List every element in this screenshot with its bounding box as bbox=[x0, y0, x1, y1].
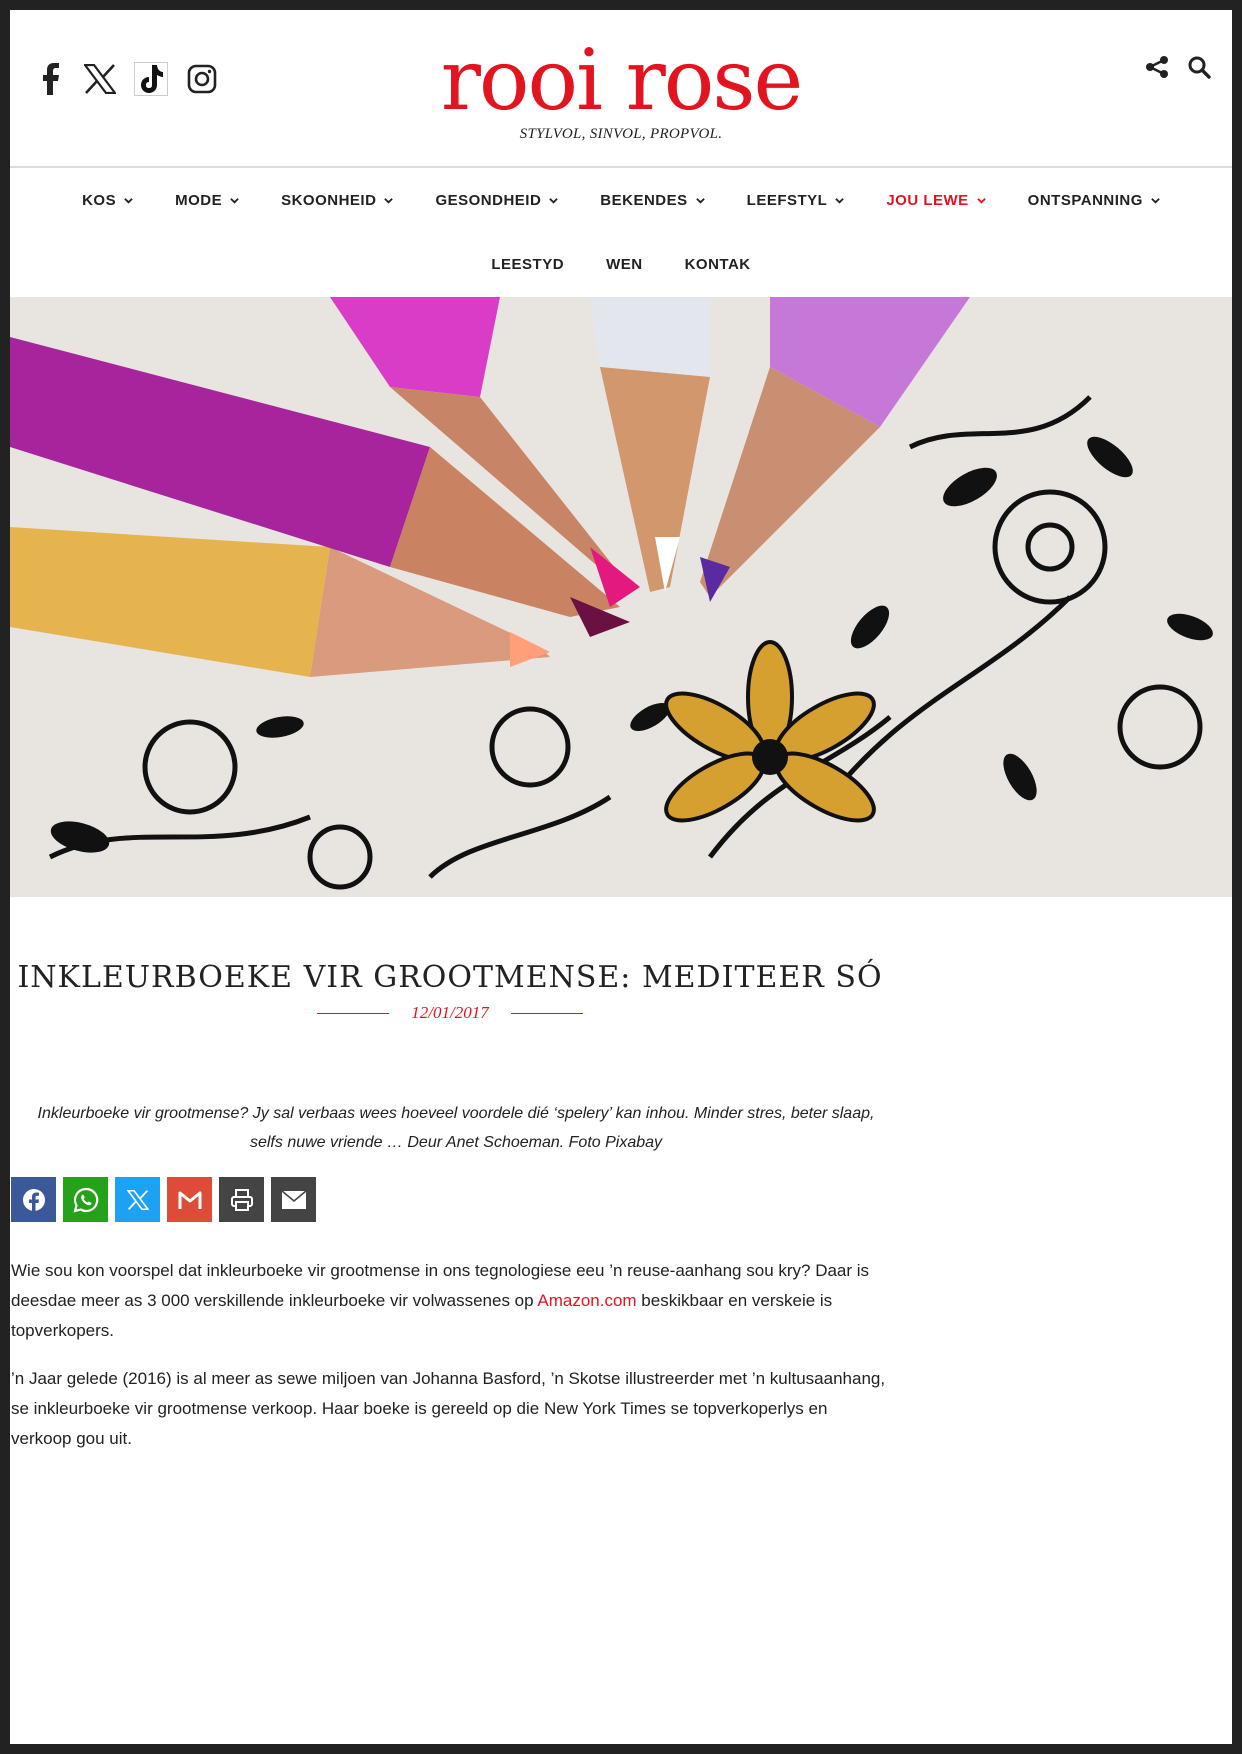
nav-item-kos[interactable]: KOS bbox=[61, 192, 154, 209]
nav-label: BEKENDES bbox=[600, 191, 688, 209]
nav-label: KOS bbox=[82, 191, 117, 209]
nav-label: JOU LEWE bbox=[886, 191, 969, 209]
nav-label: ONTSPANNING bbox=[1027, 191, 1143, 209]
search-icon[interactable] bbox=[1186, 54, 1212, 80]
date-rule-right bbox=[510, 1012, 583, 1014]
facebook-icon bbox=[22, 1188, 45, 1212]
nav-row-primary: KOS MODE SKOONHEID GESONDHEID BEKENDES L… bbox=[10, 168, 1232, 232]
chevron-down-icon bbox=[124, 197, 133, 204]
tagline: STYLVOL, SINVOL, PROPVOL. bbox=[519, 126, 723, 142]
article-date: 12/01/2017 bbox=[411, 1003, 489, 1022]
nav-item-jou-lewe[interactable]: JOU LEWE bbox=[865, 192, 1006, 209]
article-body: Wie sou kon voorspel dat inkleurboeke vi… bbox=[11, 1256, 891, 1472]
nav-label: GESONDHEID bbox=[435, 191, 542, 209]
gmail-icon bbox=[178, 1191, 201, 1209]
nav-label: SKOONHEID bbox=[281, 191, 377, 209]
nav-item-kontak[interactable]: KONTAK bbox=[664, 256, 772, 273]
site-header: rooi rose STYLVOL, SINVOL, PROPVOL. bbox=[10, 10, 1232, 168]
paragraph: Wie sou kon voorspel dat inkleurboeke vi… bbox=[11, 1256, 891, 1346]
chevron-down-icon bbox=[384, 197, 394, 204]
nav-item-leestyd[interactable]: LEESTYD bbox=[470, 256, 585, 273]
share-gmail-button[interactable] bbox=[167, 1177, 212, 1222]
whatsapp-icon bbox=[72, 1187, 98, 1213]
chevron-down-icon bbox=[695, 197, 705, 204]
header-tools bbox=[1144, 54, 1212, 80]
nav-label: LEESTYD bbox=[491, 255, 565, 273]
article-title: INKLEURBOEKE VIR GROOTMENSE: MEDITEER SÓ bbox=[17, 960, 883, 995]
share-icon[interactable] bbox=[1144, 54, 1170, 80]
x-icon bbox=[126, 1189, 149, 1210]
article-intro: Inkleurboeke vir grootmense? Jy sal verb… bbox=[18, 1099, 894, 1157]
share-bar bbox=[11, 1177, 316, 1222]
share-facebook-button[interactable] bbox=[11, 1177, 56, 1222]
nav-item-gesondheid[interactable]: GESONDHEID bbox=[414, 192, 579, 209]
nav-item-ontspanning[interactable]: ONTSPANNING bbox=[1007, 192, 1181, 209]
nav-label: WEN bbox=[606, 255, 643, 273]
article-dateline: 12/01/2017 bbox=[10, 1003, 890, 1023]
nav-item-skoonheid[interactable]: SKOONHEID bbox=[260, 192, 414, 209]
coloring-pencils-illustration bbox=[10, 297, 1232, 897]
chevron-down-icon bbox=[230, 197, 239, 204]
main-nav: KOS MODE SKOONHEID GESONDHEID BEKENDES L… bbox=[10, 168, 1232, 306]
page-frame: rooi rose STYLVOL, SINVOL, PROPVOL. KOS … bbox=[10, 10, 1232, 1744]
amazon-link[interactable]: Amazon.com bbox=[537, 1291, 636, 1310]
print-icon bbox=[230, 1188, 253, 1211]
share-whatsapp-button[interactable] bbox=[63, 1177, 108, 1222]
nav-label: MODE bbox=[175, 191, 223, 209]
logo-text: rooi rose bbox=[440, 31, 803, 129]
nav-item-leefstyl[interactable]: LEEFSTYL bbox=[726, 192, 866, 209]
site-logo[interactable]: rooi rose STYLVOL, SINVOL, PROPVOL. bbox=[10, 38, 1232, 143]
paragraph: ’n Jaar gelede (2016) is al meer as sewe… bbox=[11, 1369, 886, 1448]
email-icon bbox=[280, 1189, 307, 1209]
date-rule-left bbox=[317, 1012, 390, 1014]
intro-line: selfs nuwe vriende … Deur Anet Schoeman.… bbox=[249, 1134, 663, 1151]
nav-item-bekendes[interactable]: BEKENDES bbox=[579, 192, 725, 209]
nav-label: LEEFSTYL bbox=[746, 191, 828, 209]
chevron-down-icon bbox=[835, 197, 845, 204]
intro-line: Inkleurboeke vir grootmense? Jy sal verb… bbox=[37, 1105, 875, 1122]
chevron-down-icon bbox=[1151, 197, 1160, 204]
nav-label: KONTAK bbox=[684, 255, 751, 273]
chevron-down-icon bbox=[549, 197, 559, 204]
hero-image bbox=[10, 297, 1232, 897]
nav-item-mode[interactable]: MODE bbox=[154, 192, 260, 209]
share-email-button[interactable] bbox=[271, 1177, 316, 1222]
chevron-down-icon bbox=[976, 197, 986, 204]
print-button[interactable] bbox=[219, 1177, 264, 1222]
share-x-button[interactable] bbox=[115, 1177, 160, 1222]
nav-row-secondary: LEESTYD WEN KONTAK bbox=[10, 232, 1232, 296]
nav-item-wen[interactable]: WEN bbox=[585, 256, 664, 273]
